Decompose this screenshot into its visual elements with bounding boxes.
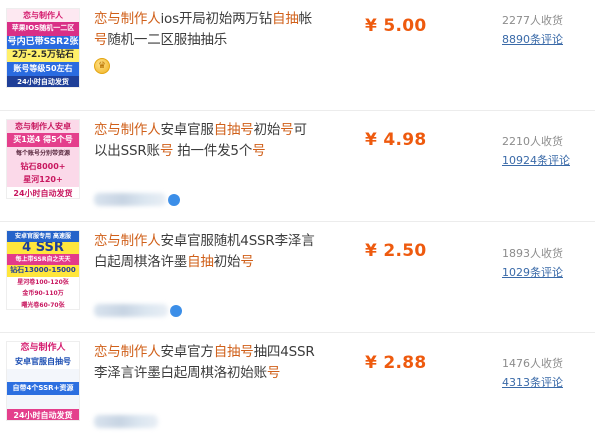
thumbnail-text: 每上带SSR自之天天 <box>7 253 79 266</box>
thumbnail-text: 恋与制作人安卓 <box>7 120 79 134</box>
review-count-link[interactable]: 8890条评论 <box>502 31 592 47</box>
product-listing[interactable]: 安卓官服专用 高速服 4 SSR 每上带SSR自之天天 钻石13000-15000 星河… <box>0 222 595 333</box>
title-keyword-highlight: 号 <box>252 143 266 159</box>
title-text: 初始 <box>213 254 241 270</box>
thumbnail-text: 苹果IOS随机一二区 <box>7 22 79 36</box>
review-count-link[interactable]: 10924条评论 <box>502 152 592 168</box>
title-keyword-highlight: 恋与制作人 <box>94 344 161 360</box>
seller-info[interactable] <box>94 304 182 317</box>
title-text: 安卓官服 <box>160 122 214 138</box>
thumbnail-text: 星河120+ <box>7 173 79 187</box>
blue-dot-icon <box>168 193 180 206</box>
title-text: ios开局初始两万钻 <box>160 11 273 27</box>
product-thumbnail[interactable]: 恋与制作人安卓 买1送4 得5个号 每个账号分别带资源 钻石8000+ 星河120+ 24… <box>6 119 80 199</box>
title-keyword-highlight: 号 <box>280 122 294 138</box>
crown-badge-icon: ♛ <box>94 58 110 74</box>
review-count-link[interactable]: 1029条评论 <box>502 264 592 280</box>
thumbnail-text: 号内已带SSR2张 <box>7 35 79 49</box>
thumbnail-text: 2万-2.5万钻石 <box>7 48 79 63</box>
title-keyword-highlight: 恋与制作人 <box>94 233 161 249</box>
product-price: ¥ 2.88 <box>365 353 427 373</box>
blue-dot-icon <box>170 304 182 317</box>
seller-info[interactable] <box>94 415 158 428</box>
sold-count: 2277人收货 <box>502 14 563 27</box>
product-title-link[interactable]: 恋与制作人安卓官方自抽号抽四4SSR李泽言许墨白起周棋洛初始账号 <box>94 342 320 384</box>
product-title-link[interactable]: 恋与制作人ios开局初始两万钻自抽帐号随机一二区服抽抽乐 <box>94 9 320 51</box>
title-text: 拍一件发5个 <box>173 143 253 159</box>
title-text: 安卓官方 <box>160 344 214 360</box>
thumbnail-text: 4 SSR <box>7 242 79 254</box>
thumbnail-text: 金币90-110万 <box>7 288 79 300</box>
title-keyword-highlight: 自抽号 <box>213 344 254 360</box>
thumbnail-text: 安卓官服专用 高速服 <box>7 231 79 243</box>
thumbnail-text: 24小时自动发货 <box>7 75 79 87</box>
thumbnail-text: 钻石8000+ <box>7 159 79 174</box>
thumbnail-text <box>7 368 79 382</box>
title-keyword-highlight: 恋与制作人 <box>94 122 161 138</box>
sold-count: 1893人收货 <box>502 247 563 260</box>
thumbnail-text: 钻石13000-15000 <box>7 265 79 277</box>
product-thumbnail[interactable]: 恋与制作人 安卓官服自抽号 自带4个SSR+资源 24小时自动发货 <box>6 341 80 421</box>
product-title-link[interactable]: 恋与制作人安卓官服自抽号初始号可以出SSR账号 拍一件发5个号 <box>94 120 320 162</box>
product-listing[interactable]: 恋与制作人安卓 买1送4 得5个号 每个账号分别带资源 钻石8000+ 星河120+ 24… <box>0 111 595 222</box>
title-keyword-highlight: 号 <box>94 32 108 48</box>
thumbnail-text: 恋与制作人 <box>7 342 79 356</box>
product-price: ¥ 5.00 <box>365 16 427 36</box>
title-keyword-highlight: 自抽 <box>272 11 299 27</box>
title-text: 随机一二区服抽抽乐 <box>107 32 228 48</box>
thumbnail-text: 星河卷100-120张 <box>7 276 79 289</box>
thumbnail-text: 曙光卷60-70张 <box>7 299 79 309</box>
title-keyword-highlight: 号 <box>266 365 281 381</box>
product-title-link[interactable]: 恋与制作人安卓官服随机4SSR李泽言白起周棋洛许墨自抽初始号 <box>94 231 320 273</box>
title-keyword-highlight: 号 <box>159 143 174 159</box>
sold-count: 1476人收货 <box>502 357 563 370</box>
seller-info[interactable] <box>94 193 180 206</box>
thumbnail-text: 每个账号分别带资源 <box>7 146 79 160</box>
seller-info[interactable]: ♛ <box>94 58 110 74</box>
thumbnail-text <box>7 395 79 409</box>
title-keyword-highlight: 自抽 <box>187 254 214 270</box>
seller-name-blurred[interactable] <box>94 193 166 206</box>
thumbnail-text: 自带4个SSR+资源 <box>7 381 79 396</box>
thumbnail-text: 买1送4 得5个号 <box>7 133 79 147</box>
thumbnail-text: 24小时自动发货 <box>7 186 79 198</box>
product-price: ¥ 2.50 <box>365 241 427 261</box>
review-count-link[interactable]: 4313条评论 <box>502 374 592 390</box>
title-text: 初始 <box>253 122 281 138</box>
product-price: ¥ 4.98 <box>365 130 427 150</box>
thumbnail-text: 24小时自动发货 <box>7 408 79 420</box>
seller-name-blurred[interactable] <box>94 304 168 317</box>
product-listing[interactable]: 恋与制作人 安卓官服自抽号 自带4个SSR+资源 24小时自动发货 恋与制作人安卓官方自… <box>0 333 595 443</box>
thumbnail-text: 安卓官服自抽号 <box>7 355 79 369</box>
title-keyword-highlight: 恋与制作人 <box>94 11 161 27</box>
sold-count: 2210人收货 <box>502 135 563 148</box>
title-keyword-highlight: 号 <box>240 254 254 270</box>
seller-name-blurred[interactable] <box>94 415 158 428</box>
product-thumbnail[interactable]: 安卓官服专用 高速服 4 SSR 每上带SSR自之天天 钻石13000-15000 星河… <box>6 230 80 310</box>
product-thumbnail[interactable]: 恋与制作人 苹果IOS随机一二区 号内已带SSR2张 2万-2.5万钻石 账号等级50左… <box>6 8 80 88</box>
product-listing[interactable]: 恋与制作人 苹果IOS随机一二区 号内已带SSR2张 2万-2.5万钻石 账号等级50左… <box>0 0 595 111</box>
thumbnail-text: 账号等级50左右 <box>7 62 79 76</box>
thumbnail-text: 恋与制作人 <box>7 9 79 23</box>
title-text: 帐 <box>298 11 313 27</box>
title-keyword-highlight: 自抽号 <box>213 122 254 138</box>
